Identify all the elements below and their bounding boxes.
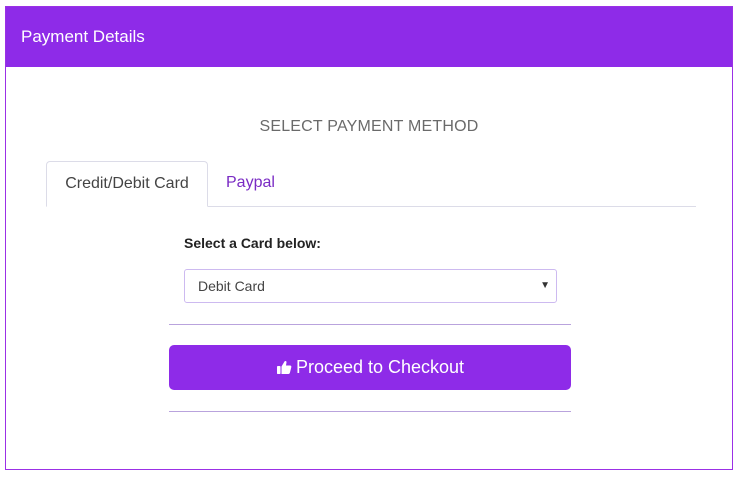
tab-paypal[interactable]: Paypal [226,161,275,206]
thumbs-up-icon [276,347,292,392]
tab-label: Credit/Debit Card [65,175,189,192]
card-select-label: Select a Card below: [184,235,321,251]
section-title: SELECT PAYMENT METHOD [259,118,479,135]
checkout-label: Proceed to Checkout [295,357,465,377]
tab-credit-debit-card[interactable]: Credit/Debit Card [46,161,208,207]
card-header: Payment Details [6,7,732,67]
card-type-select[interactable]: Debit Card ▼ [184,269,557,303]
tab-label: Paypal [226,174,275,191]
card-type-selected-value: Debit Card [198,278,265,294]
divider [169,324,571,325]
divider [169,411,571,412]
proceed-to-checkout-button[interactable]: Proceed to Checkout [169,345,571,390]
chevron-down-icon: ▼ [540,280,550,291]
payment-card: Payment Details SELECT PAYMENT METHOD Cr… [5,6,733,470]
payment-method-tabs: Credit/Debit Card Paypal [46,161,696,207]
header-title: Payment Details [21,27,145,46]
